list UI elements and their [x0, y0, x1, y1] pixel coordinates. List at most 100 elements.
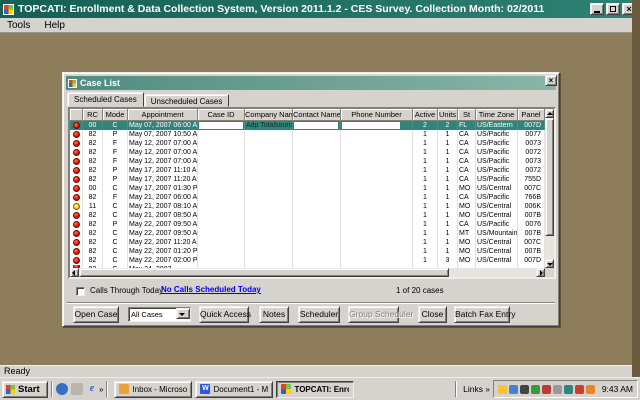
case-row[interactable]: 82PMay 17, 2007 11:10 AM11CAUS/Pacific00… [70, 166, 545, 175]
case-row[interactable]: 82PMay 22, 2007 09:50 AM11CAUS/Pacific00… [70, 220, 545, 229]
sync-icon[interactable] [531, 385, 540, 394]
cell-case_id [198, 166, 245, 175]
case-row[interactable]: 82FMay 21, 2007 06:00 AM11CAUS/Pacific76… [70, 193, 545, 202]
case-row[interactable]: 82CMay 22, 2007 09:50 AM11MTUS/Mountain0… [70, 229, 545, 238]
links-toolbar[interactable]: Links » [463, 384, 490, 394]
task-button-outlook[interactable]: Inbox - Microsoft Outlook. [114, 381, 192, 398]
cell-case_id [198, 139, 245, 148]
notes-button[interactable]: Notes [259, 306, 289, 323]
cell-indicator [70, 211, 83, 220]
case-row[interactable]: 82PMay 07, 2007 10:50 AM11CAUS/Pacific00… [70, 130, 545, 139]
cell-contact [293, 256, 341, 265]
case-row[interactable]: 82FMay 12, 2007 07:00 AM11CAUS/Pacific00… [70, 157, 545, 166]
cell-mode: F [103, 157, 128, 166]
cell-phone [341, 220, 413, 229]
case-row[interactable]: 82CMay 22, 2007 02:00 PM13MOUS/Central00… [70, 256, 545, 265]
volume-icon[interactable] [564, 385, 573, 394]
task-button-topcati[interactable]: TOPCATI: Enrollment... [276, 381, 354, 398]
column-header-panel[interactable]: Panel [518, 109, 545, 121]
scroll-down-button[interactable] [545, 259, 554, 268]
case-row[interactable]: 82FMay 12, 2007 07:00 AM11CAUS/Pacific00… [70, 139, 545, 148]
column-header-phone-number[interactable]: Phone Number [341, 109, 413, 121]
column-header-mode[interactable]: Mode [103, 109, 128, 121]
case-row[interactable]: 82FMay 12, 2007 07:00 AM11CAUS/Pacific00… [70, 148, 545, 157]
case-row[interactable]: 11CMay 21, 2007 08:10 AM11MOUS/Central00… [70, 202, 545, 211]
scroll-right-button[interactable] [536, 268, 545, 277]
cell-rc: 82 [83, 139, 103, 148]
dialog-titlebar[interactable]: Case List [66, 76, 556, 90]
task-button-word[interactable]: WDocument1 - Microsoft W... [195, 381, 273, 398]
horizontal-scroll-thumb[interactable] [79, 268, 449, 277]
tab-unscheduled-cases[interactable]: Unscheduled Cases [144, 94, 230, 107]
calls-through-today-label: Calls Through Today [90, 286, 163, 295]
restore-button[interactable] [606, 3, 620, 15]
minimize-icon [594, 11, 600, 13]
case-row[interactable]: 00CMay 17, 2007 01:30 PM11MOUS/Central00… [70, 184, 545, 193]
menu-item-tools[interactable]: Tools [0, 20, 37, 31]
cell-company [245, 247, 293, 256]
main-window-titlebar[interactable]: TOPCATI: Enrollment & Data Collection Sy… [0, 0, 632, 18]
column-header-contact-name[interactable]: Contact Name [293, 109, 341, 121]
divider [67, 302, 555, 304]
column-header-appointment[interactable]: Appointment [128, 109, 198, 121]
tab-scheduled-cases[interactable]: Scheduled Cases [67, 92, 144, 107]
case-row[interactable]: 00CMay 07, 2007 06:00 AMAdp Totalsource2… [70, 121, 545, 130]
cell-contact [293, 184, 341, 193]
cell-case_id [198, 193, 245, 202]
cell-case_id [198, 229, 245, 238]
case-row[interactable]: 82CMay 22, 2007 11:20 AM11MOUS/Central00… [70, 238, 545, 247]
batch-fax-entry-button[interactable]: Batch Fax Entry [454, 306, 510, 323]
start-button[interactable]: Start [2, 381, 48, 398]
case-filter-dropdown[interactable]: All Cases [128, 307, 191, 322]
vertical-scroll-thumb[interactable] [545, 118, 554, 236]
column-header-rc[interactable]: RC [83, 109, 103, 121]
menu-item-help[interactable]: Help [37, 20, 72, 31]
dialog-close-button[interactable]: × [545, 75, 557, 86]
column-header-company-name[interactable]: Company Name [245, 109, 293, 121]
case-row[interactable]: 82PMay 17, 2007 11:20 AM11CAUS/Pacific75… [70, 175, 545, 184]
messenger-icon[interactable] [498, 385, 507, 394]
cell-phone [341, 247, 413, 256]
settings-icon[interactable] [553, 385, 562, 394]
column-header-active[interactable]: Active [413, 109, 438, 121]
media-player-icon[interactable] [56, 383, 68, 395]
security-icon[interactable] [575, 385, 584, 394]
cell-appointment: May 22, 2007 02:00 PM [128, 256, 198, 265]
cell-phone [341, 193, 413, 202]
open-case-button[interactable]: Open Case [73, 306, 119, 323]
dialog-title: Case List [80, 78, 120, 88]
quick-access-button[interactable]: Quick Access [199, 306, 249, 323]
scroll-track[interactable] [449, 268, 536, 277]
network-icon[interactable] [520, 385, 529, 394]
scroll-left-button[interactable] [70, 268, 79, 277]
monitor-alert-icon[interactable] [542, 385, 551, 394]
scroll-up-button[interactable] [545, 109, 554, 118]
scheduler-button[interactable]: Scheduler [298, 306, 340, 323]
cell-rc: 82 [83, 166, 103, 175]
horizontal-scrollbar[interactable] [70, 268, 545, 277]
cell-rc: 82 [83, 193, 103, 202]
display-icon[interactable] [509, 385, 518, 394]
minimize-button[interactable] [590, 3, 604, 15]
cell-st: CA [458, 157, 476, 166]
case-row[interactable]: 82CMay 21, 2007 08:50 AM11MOUS/Central00… [70, 211, 545, 220]
case-row[interactable]: 82CMay 22, 2007 01:20 PM11MOUS/Central00… [70, 247, 545, 256]
cell-st: MO [458, 247, 476, 256]
show-desktop-icon[interactable] [71, 383, 83, 395]
close-dialog-button[interactable]: Close [418, 306, 447, 323]
overflow-chevron[interactable]: » [99, 385, 103, 394]
no-calls-scheduled-link[interactable]: No Calls Scheduled Today [161, 285, 261, 294]
cell-panel: 007B [518, 247, 545, 256]
column-header-st[interactable]: St [458, 109, 476, 121]
column-header-indicator[interactable] [70, 109, 83, 121]
column-header-time-zone[interactable]: Time Zone [476, 109, 518, 121]
dropdown-button[interactable] [176, 308, 190, 319]
internet-explorer-icon[interactable]: e [86, 383, 98, 395]
cell-mode: F [103, 148, 128, 157]
updates-icon[interactable] [586, 385, 595, 394]
vertical-scrollbar[interactable] [545, 109, 554, 268]
column-header-units[interactable]: Units [438, 109, 458, 121]
column-header-case-id[interactable]: Case ID [198, 109, 245, 121]
case-list-dialog: Case List × Scheduled CasesUnscheduled C… [62, 72, 560, 327]
calls-through-today-checkbox[interactable] [76, 287, 85, 296]
